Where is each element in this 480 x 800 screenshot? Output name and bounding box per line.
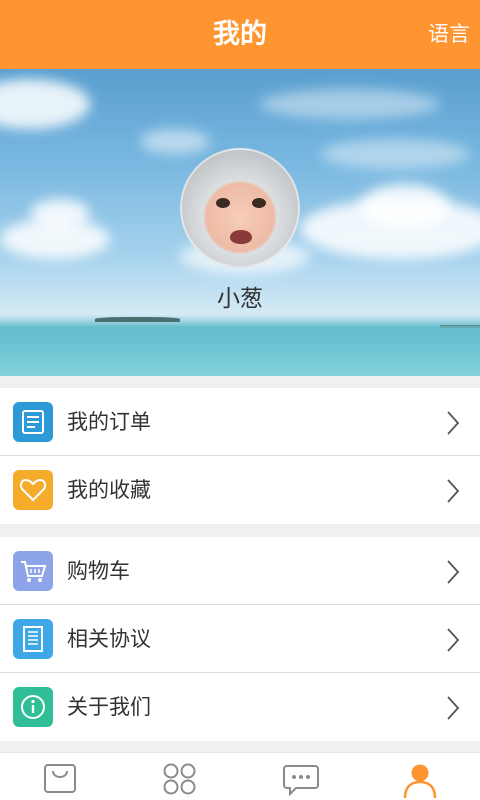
tab-profile[interactable] bbox=[360, 753, 480, 800]
shopping-cart-icon bbox=[13, 551, 53, 591]
menu-group-1: 我的订单 我的收藏 bbox=[0, 388, 480, 524]
document-icon bbox=[13, 619, 53, 659]
chevron-right-icon bbox=[447, 411, 460, 435]
menu-item-orders[interactable]: 我的订单 bbox=[0, 388, 480, 456]
menu-item-agreements[interactable]: 相关协议 bbox=[0, 605, 480, 673]
menu-item-favorites[interactable]: 我的收藏 bbox=[0, 456, 480, 524]
grid-icon bbox=[163, 763, 196, 795]
chevron-right-icon bbox=[447, 696, 460, 720]
shopping-bag-icon bbox=[44, 764, 76, 793]
title-bar: 我的 语言 bbox=[0, 0, 480, 69]
chevron-right-icon bbox=[447, 628, 460, 652]
menu-group-2: 购物车 相关协议 关于我们 bbox=[0, 537, 480, 741]
menu-item-label: 我的收藏 bbox=[67, 478, 151, 502]
chevron-right-icon bbox=[447, 560, 460, 584]
info-icon bbox=[13, 687, 53, 727]
menu-item-label: 我的订单 bbox=[67, 410, 151, 434]
language-button[interactable]: 语言 bbox=[428, 0, 470, 69]
profile-banner: 小葱 bbox=[0, 69, 480, 376]
menu-item-about[interactable]: 关于我们 bbox=[0, 673, 480, 741]
bottom-tab-bar bbox=[0, 752, 480, 800]
tab-shop[interactable] bbox=[0, 753, 120, 800]
order-list-icon bbox=[13, 402, 53, 442]
heart-icon bbox=[13, 470, 53, 510]
chevron-right-icon bbox=[447, 479, 460, 503]
menu-item-label: 关于我们 bbox=[67, 695, 151, 719]
avatar[interactable] bbox=[180, 148, 300, 268]
tab-messages[interactable] bbox=[240, 753, 360, 800]
menu-item-label: 相关协议 bbox=[67, 627, 151, 651]
tab-categories[interactable] bbox=[120, 753, 240, 800]
island bbox=[95, 317, 180, 322]
menu-item-label: 购物车 bbox=[67, 559, 130, 583]
menu-item-cart[interactable]: 购物车 bbox=[0, 537, 480, 605]
message-icon bbox=[283, 765, 319, 796]
page-title: 我的 bbox=[213, 19, 267, 50]
person-icon bbox=[403, 764, 437, 798]
username: 小葱 bbox=[217, 286, 263, 312]
